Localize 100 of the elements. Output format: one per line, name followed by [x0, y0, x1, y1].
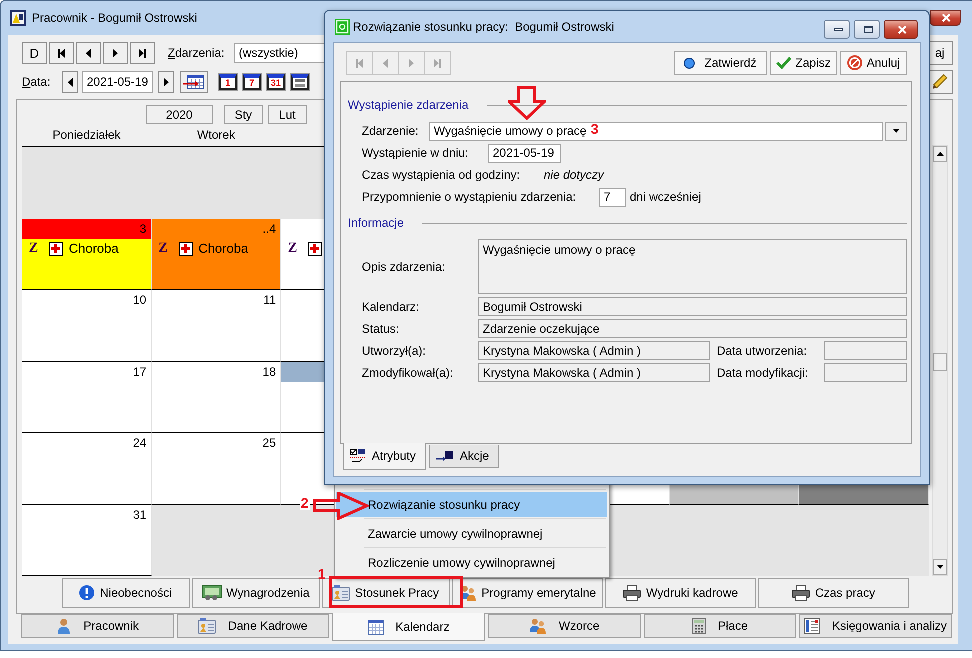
calendar-view-button[interactable]: 7: [243, 74, 261, 90]
app-icon: [335, 18, 350, 34]
close-icon: [942, 14, 951, 22]
section-title: Informacje: [348, 216, 404, 230]
field-suffix: dni wcześniej: [630, 190, 702, 204]
next-button[interactable]: [103, 42, 128, 64]
field-label: Zmodyfikował(a):: [362, 366, 454, 380]
field-value: nie dotyczy: [544, 168, 604, 182]
calendar-day-cell[interactable]: 17: [22, 362, 152, 433]
cross-icon: [178, 242, 193, 256]
readonly-field[interactable]: Bogumił Ostrowski: [478, 297, 907, 316]
calendar-day-cell[interactable]: 10: [22, 290, 152, 362]
menu-item[interactable]: Rozwiązanie stosunku pracy: [336, 492, 607, 517]
calendar-icon: [183, 75, 205, 89]
field-label: Status:: [362, 322, 400, 336]
readonly-field[interactable]: Zdarzenie oczekujące: [478, 319, 907, 338]
tab[interactable]: Kalendarz: [332, 613, 486, 641]
calendar-view-button[interactable]: 31: [267, 74, 285, 90]
action-button[interactable]: Wynagrodzenia: [192, 578, 320, 608]
menu-item[interactable]: Zawarcie umowy cywilnoprawnej: [336, 521, 607, 546]
pencil-icon: [932, 74, 948, 90]
cross-icon: [49, 242, 63, 256]
calendar-day-cell[interactable]: 25: [152, 433, 282, 504]
calculator-icon: [692, 618, 706, 634]
year-button[interactable]: 2020: [146, 105, 213, 124]
calendar-day-cell[interactable]: [799, 504, 929, 576]
annotation-arrow: [313, 492, 369, 520]
action-button[interactable]: Czas pracy: [758, 578, 910, 608]
menu-item[interactable]: Rozliczenie umowy cywilnoprawnej: [336, 550, 607, 575]
calendar-view-button[interactable]: [291, 74, 309, 90]
previous-day-button[interactable]: [62, 71, 78, 93]
field-label: Kalendarz:: [362, 300, 420, 314]
save-button[interactable]: Zapisz: [770, 51, 837, 75]
tab[interactable]: Wzorce: [488, 614, 641, 638]
form-icon: [350, 449, 366, 463]
date-field[interactable]: [824, 363, 907, 382]
calendar-day-cell[interactable]: 24: [22, 433, 152, 504]
go-to-date-button[interactable]: [180, 71, 208, 93]
number-field[interactable]: 7: [599, 188, 626, 206]
calendar-day-cell[interactable]: ..4 Z Choroba: [152, 218, 282, 290]
month-button[interactable]: Sty: [224, 105, 263, 124]
previous-button[interactable]: [76, 42, 101, 64]
tab[interactable]: Akcje: [429, 445, 500, 468]
tab[interactable]: Pracownik: [21, 614, 174, 638]
month-button[interactable]: Lut: [268, 105, 307, 124]
id-card-icon: [198, 618, 216, 634]
dropdown-button[interactable]: [885, 122, 907, 140]
no-entry-icon: [846, 55, 863, 71]
annotation-number: 3: [591, 122, 599, 136]
action-button[interactable]: Programy emerytalne: [452, 578, 604, 608]
tab[interactable]: Dane Kadrowe: [176, 614, 330, 638]
calendar-day-cell[interactable]: [22, 147, 152, 218]
day-number: 3: [140, 222, 147, 236]
people-icon: [529, 618, 548, 634]
calendar-day-cell[interactable]: 3 Z Choroba: [22, 218, 152, 290]
calendar-day-cell[interactable]: 18: [152, 362, 282, 433]
nav-button[interactable]: D: [22, 42, 47, 64]
calendar-day-cell[interactable]: [152, 504, 282, 576]
money-icon: [202, 585, 222, 601]
last-record-button[interactable]: [130, 42, 155, 64]
calendar-day-cell[interactable]: 31: [22, 504, 152, 576]
maximize-button[interactable]: [854, 20, 880, 39]
minimize-button[interactable]: [824, 20, 850, 39]
scroll-down-button[interactable]: [933, 559, 947, 575]
event-label: Choroba: [69, 241, 119, 256]
calendar-view-button[interactable]: 1: [219, 74, 237, 90]
tab[interactable]: Atrybuty: [343, 443, 426, 470]
caret-icon: [892, 129, 900, 133]
date-field[interactable]: 2021-05-19: [82, 71, 153, 93]
close-button[interactable]: [930, 10, 961, 26]
field-label: Utworzył(a):: [362, 344, 428, 358]
calendar-day-cell[interactable]: 11: [152, 290, 282, 362]
annotation-number: 2: [300, 496, 310, 510]
close-button[interactable]: [884, 20, 918, 39]
annotation-arrow: [508, 86, 546, 120]
tab[interactable]: Płace: [644, 614, 796, 638]
action-button[interactable]: Wydruki kadrowe: [605, 578, 756, 608]
readonly-field[interactable]: Krystyna Makowska ( Admin ): [478, 341, 710, 360]
next-day-button[interactable]: [158, 71, 174, 93]
id-card-icon: [332, 585, 350, 601]
scroll-up-button[interactable]: [933, 146, 947, 162]
readonly-field[interactable]: Krystyna Makowska ( Admin ): [478, 363, 710, 382]
field-label: Data modyfikacji:: [717, 366, 810, 380]
scrollbar[interactable]: [932, 145, 948, 576]
scrollbar-thumb[interactable]: [933, 353, 947, 371]
printer-icon: [792, 585, 810, 601]
action-button[interactable]: Nieobecności: [62, 578, 190, 608]
arrow-square-icon: [436, 450, 454, 462]
confirm-button[interactable]: Zatwierdź: [674, 51, 767, 75]
cross-icon: [308, 242, 322, 256]
date-label: Data:: [22, 75, 52, 89]
tab[interactable]: Księgowania i analizy: [799, 614, 952, 638]
date-field[interactable]: 2021-05-19: [488, 144, 561, 162]
cancel-button[interactable]: Anuluj: [840, 51, 907, 75]
event-label: Choroba: [198, 241, 248, 256]
first-record-button[interactable]: [49, 42, 74, 64]
description-field[interactable]: Wygaśnięcie umowy o pracę: [478, 239, 907, 294]
event-code: Z: [158, 240, 169, 256]
date-field[interactable]: [824, 341, 907, 360]
triangle-left-icon: [68, 78, 72, 86]
